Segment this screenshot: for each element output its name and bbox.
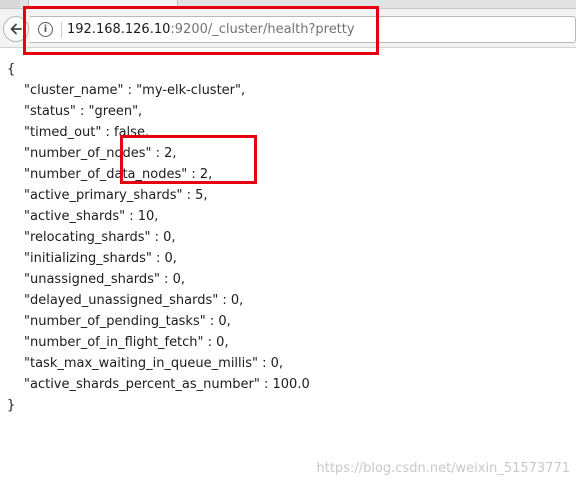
watermark: https://blog.csdn.net/weixin_51573771: [316, 461, 570, 476]
address-bar[interactable]: i 192.168.126.10:9200/_cluster/health?pr…: [30, 16, 576, 43]
json-line-number-of-data-nodes: "number_of_data_nodes" : 2,: [24, 167, 213, 182]
back-arrow-icon: [10, 23, 22, 35]
url-host: 192.168.126.10: [67, 22, 171, 37]
info-icon[interactable]: i: [38, 22, 53, 37]
json-line-number-of-nodes: "number_of_nodes" : 2,: [24, 146, 177, 161]
url-text[interactable]: 192.168.126.10:9200/_cluster/health?pret…: [67, 21, 355, 39]
navigation-bar: i 192.168.126.10:9200/_cluster/health?pr…: [0, 9, 576, 48]
json-line-status: "status" : "green",: [24, 104, 143, 119]
json-line-in-flight-fetch: "number_of_in_flight_fetch" : 0,: [24, 335, 229, 350]
json-line-cluster-name: "cluster_name" : "my-elk-cluster",: [24, 83, 246, 98]
tab-strip-left: [0, 0, 20, 8]
json-line-task-max-waiting: "task_max_waiting_in_queue_millis" : 0,: [24, 356, 284, 371]
json-open-brace: {: [7, 62, 16, 77]
json-line-active-shards: "active_shards" : 10,: [24, 209, 159, 224]
json-close-brace: }: [7, 398, 16, 413]
json-line-unassigned-shards: "unassigned_shards" : 0,: [24, 272, 185, 287]
json-line-timed-out: "timed_out" : false,: [24, 125, 150, 140]
back-button[interactable]: [3, 16, 29, 42]
json-line-pending-tasks: "number_of_pending_tasks" : 0,: [24, 314, 231, 329]
tab-strip: [0, 0, 576, 9]
url-path: :9200/_cluster/health?pretty: [170, 22, 355, 37]
json-line-initializing-shards: "initializing_shards" : 0,: [24, 251, 177, 266]
json-line-delayed-unassigned-shards: "delayed_unassigned_shards" : 0,: [24, 293, 244, 308]
json-line-relocating-shards: "relocating_shards" : 0,: [24, 230, 176, 245]
json-response: { "cluster_name" : "my-elk-cluster", "stat…: [7, 59, 310, 416]
url-divider: [61, 22, 62, 38]
json-line-active-primary-shards: "active_primary_shards" : 5,: [24, 188, 208, 203]
browser-tab[interactable]: [28, 0, 178, 8]
json-line-active-shards-percent: "active_shards_percent_as_number" : 100.…: [24, 377, 310, 392]
